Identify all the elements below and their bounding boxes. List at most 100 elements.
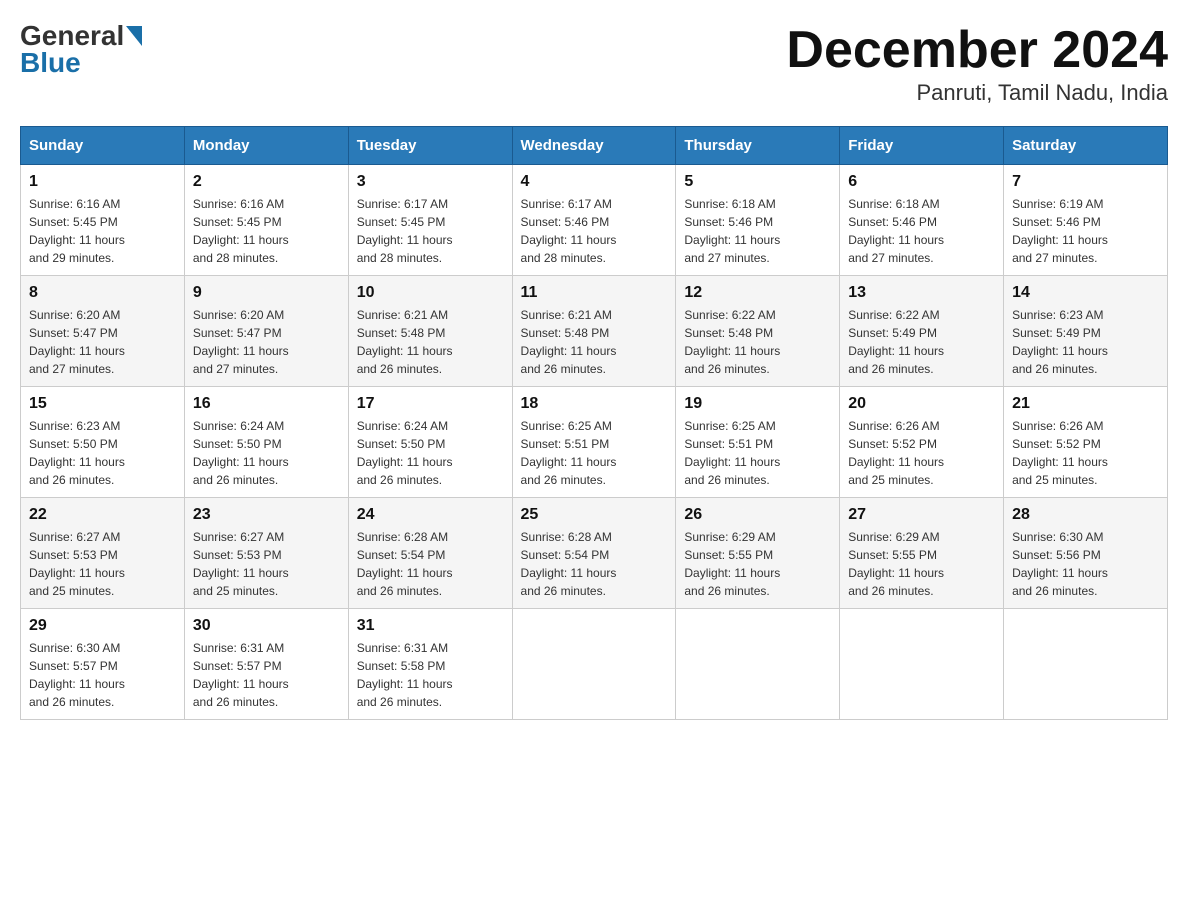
table-row: 24 Sunrise: 6:28 AM Sunset: 5:54 PM Dayl… — [348, 498, 512, 609]
day-number: 26 — [684, 506, 831, 524]
day-number: 1 — [29, 173, 176, 191]
day-number: 6 — [848, 173, 995, 191]
table-row: 26 Sunrise: 6:29 AM Sunset: 5:55 PM Dayl… — [676, 498, 840, 609]
day-info: Sunrise: 6:19 AM Sunset: 5:46 PM Dayligh… — [1012, 195, 1159, 267]
day-number: 19 — [684, 395, 831, 413]
day-number: 21 — [1012, 395, 1159, 413]
day-info: Sunrise: 6:31 AM Sunset: 5:58 PM Dayligh… — [357, 639, 504, 711]
table-row: 10 Sunrise: 6:21 AM Sunset: 5:48 PM Dayl… — [348, 276, 512, 387]
location: Panruti, Tamil Nadu, India — [786, 80, 1168, 106]
day-number: 9 — [193, 284, 340, 302]
table-row: 4 Sunrise: 6:17 AM Sunset: 5:46 PM Dayli… — [512, 165, 676, 276]
day-number: 20 — [848, 395, 995, 413]
day-info: Sunrise: 6:26 AM Sunset: 5:52 PM Dayligh… — [848, 417, 995, 489]
calendar-table: Sunday Monday Tuesday Wednesday Thursday… — [20, 126, 1168, 720]
table-row: 22 Sunrise: 6:27 AM Sunset: 5:53 PM Dayl… — [21, 498, 185, 609]
day-number: 17 — [357, 395, 504, 413]
day-number: 28 — [1012, 506, 1159, 524]
day-info: Sunrise: 6:23 AM Sunset: 5:49 PM Dayligh… — [1012, 306, 1159, 378]
day-number: 12 — [684, 284, 831, 302]
table-row: 20 Sunrise: 6:26 AM Sunset: 5:52 PM Dayl… — [840, 387, 1004, 498]
day-info: Sunrise: 6:31 AM Sunset: 5:57 PM Dayligh… — [193, 639, 340, 711]
day-info: Sunrise: 6:24 AM Sunset: 5:50 PM Dayligh… — [357, 417, 504, 489]
day-info: Sunrise: 6:30 AM Sunset: 5:56 PM Dayligh… — [1012, 528, 1159, 600]
day-number: 30 — [193, 617, 340, 635]
calendar-header: Sunday Monday Tuesday Wednesday Thursday… — [21, 127, 1168, 165]
table-row: 28 Sunrise: 6:30 AM Sunset: 5:56 PM Dayl… — [1004, 498, 1168, 609]
day-number: 23 — [193, 506, 340, 524]
day-number: 5 — [684, 173, 831, 191]
days-of-week-row: Sunday Monday Tuesday Wednesday Thursday… — [21, 127, 1168, 165]
page-header: General Blue December 2024 Panruti, Tami… — [20, 20, 1168, 106]
logo-arrow-icon — [126, 26, 142, 46]
table-row: 19 Sunrise: 6:25 AM Sunset: 5:51 PM Dayl… — [676, 387, 840, 498]
day-info: Sunrise: 6:22 AM Sunset: 5:48 PM Dayligh… — [684, 306, 831, 378]
day-number: 13 — [848, 284, 995, 302]
day-number: 14 — [1012, 284, 1159, 302]
day-info: Sunrise: 6:17 AM Sunset: 5:45 PM Dayligh… — [357, 195, 504, 267]
table-row: 21 Sunrise: 6:26 AM Sunset: 5:52 PM Dayl… — [1004, 387, 1168, 498]
table-row: 25 Sunrise: 6:28 AM Sunset: 5:54 PM Dayl… — [512, 498, 676, 609]
day-info: Sunrise: 6:23 AM Sunset: 5:50 PM Dayligh… — [29, 417, 176, 489]
table-row: 13 Sunrise: 6:22 AM Sunset: 5:49 PM Dayl… — [840, 276, 1004, 387]
col-sunday: Sunday — [21, 127, 185, 165]
day-info: Sunrise: 6:18 AM Sunset: 5:46 PM Dayligh… — [848, 195, 995, 267]
day-info: Sunrise: 6:18 AM Sunset: 5:46 PM Dayligh… — [684, 195, 831, 267]
table-row — [840, 609, 1004, 720]
day-number: 24 — [357, 506, 504, 524]
day-number: 31 — [357, 617, 504, 635]
table-row: 11 Sunrise: 6:21 AM Sunset: 5:48 PM Dayl… — [512, 276, 676, 387]
day-info: Sunrise: 6:17 AM Sunset: 5:46 PM Dayligh… — [521, 195, 668, 267]
day-info: Sunrise: 6:29 AM Sunset: 5:55 PM Dayligh… — [848, 528, 995, 600]
day-number: 16 — [193, 395, 340, 413]
table-row: 2 Sunrise: 6:16 AM Sunset: 5:45 PM Dayli… — [184, 165, 348, 276]
day-number: 18 — [521, 395, 668, 413]
table-row: 17 Sunrise: 6:24 AM Sunset: 5:50 PM Dayl… — [348, 387, 512, 498]
day-number: 8 — [29, 284, 176, 302]
col-friday: Friday — [840, 127, 1004, 165]
table-row: 12 Sunrise: 6:22 AM Sunset: 5:48 PM Dayl… — [676, 276, 840, 387]
calendar-body: 1 Sunrise: 6:16 AM Sunset: 5:45 PM Dayli… — [21, 165, 1168, 720]
day-info: Sunrise: 6:26 AM Sunset: 5:52 PM Dayligh… — [1012, 417, 1159, 489]
day-number: 15 — [29, 395, 176, 413]
day-number: 3 — [357, 173, 504, 191]
table-row: 23 Sunrise: 6:27 AM Sunset: 5:53 PM Dayl… — [184, 498, 348, 609]
day-info: Sunrise: 6:28 AM Sunset: 5:54 PM Dayligh… — [521, 528, 668, 600]
day-number: 7 — [1012, 173, 1159, 191]
col-saturday: Saturday — [1004, 127, 1168, 165]
day-number: 27 — [848, 506, 995, 524]
day-info: Sunrise: 6:22 AM Sunset: 5:49 PM Dayligh… — [848, 306, 995, 378]
day-number: 22 — [29, 506, 176, 524]
day-info: Sunrise: 6:16 AM Sunset: 5:45 PM Dayligh… — [193, 195, 340, 267]
title-section: December 2024 Panruti, Tamil Nadu, India — [786, 20, 1168, 106]
table-row: 1 Sunrise: 6:16 AM Sunset: 5:45 PM Dayli… — [21, 165, 185, 276]
table-row: 27 Sunrise: 6:29 AM Sunset: 5:55 PM Dayl… — [840, 498, 1004, 609]
day-info: Sunrise: 6:25 AM Sunset: 5:51 PM Dayligh… — [684, 417, 831, 489]
day-info: Sunrise: 6:20 AM Sunset: 5:47 PM Dayligh… — [29, 306, 176, 378]
table-row: 3 Sunrise: 6:17 AM Sunset: 5:45 PM Dayli… — [348, 165, 512, 276]
col-thursday: Thursday — [676, 127, 840, 165]
table-row: 16 Sunrise: 6:24 AM Sunset: 5:50 PM Dayl… — [184, 387, 348, 498]
day-info: Sunrise: 6:28 AM Sunset: 5:54 PM Dayligh… — [357, 528, 504, 600]
day-number: 4 — [521, 173, 668, 191]
table-row: 30 Sunrise: 6:31 AM Sunset: 5:57 PM Dayl… — [184, 609, 348, 720]
day-number: 29 — [29, 617, 176, 635]
col-tuesday: Tuesday — [348, 127, 512, 165]
col-monday: Monday — [184, 127, 348, 165]
table-row: 5 Sunrise: 6:18 AM Sunset: 5:46 PM Dayli… — [676, 165, 840, 276]
day-number: 10 — [357, 284, 504, 302]
day-number: 25 — [521, 506, 668, 524]
table-row: 6 Sunrise: 6:18 AM Sunset: 5:46 PM Dayli… — [840, 165, 1004, 276]
day-number: 11 — [521, 284, 668, 302]
day-info: Sunrise: 6:21 AM Sunset: 5:48 PM Dayligh… — [357, 306, 504, 378]
day-info: Sunrise: 6:30 AM Sunset: 5:57 PM Dayligh… — [29, 639, 176, 711]
day-info: Sunrise: 6:21 AM Sunset: 5:48 PM Dayligh… — [521, 306, 668, 378]
month-title: December 2024 — [786, 20, 1168, 80]
logo-blue: Blue — [20, 47, 81, 79]
table-row: 31 Sunrise: 6:31 AM Sunset: 5:58 PM Dayl… — [348, 609, 512, 720]
day-info: Sunrise: 6:27 AM Sunset: 5:53 PM Dayligh… — [193, 528, 340, 600]
table-row: 29 Sunrise: 6:30 AM Sunset: 5:57 PM Dayl… — [21, 609, 185, 720]
table-row — [676, 609, 840, 720]
table-row — [512, 609, 676, 720]
table-row: 9 Sunrise: 6:20 AM Sunset: 5:47 PM Dayli… — [184, 276, 348, 387]
